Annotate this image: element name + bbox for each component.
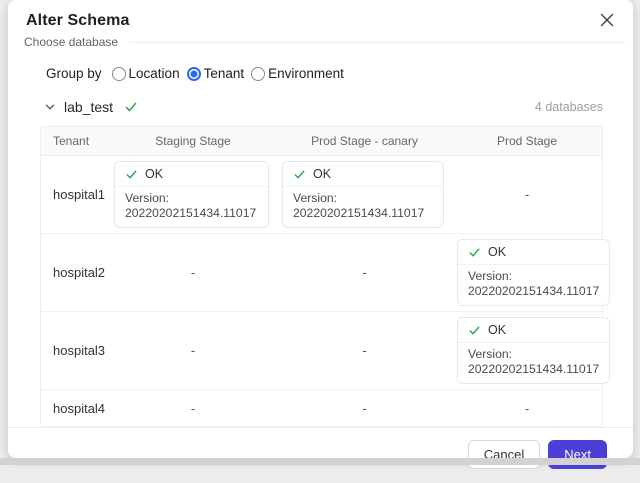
radio-label: Tenant [204, 66, 245, 81]
modal-footer: Cancel Next [8, 427, 633, 483]
subtitle-row: Choose database [24, 35, 625, 49]
version-value: 20220202151434.11017 [293, 206, 433, 221]
status-row: OK [283, 162, 443, 187]
check-icon [293, 168, 306, 181]
radio-icon [187, 67, 201, 81]
table-row: hospital2--OKVersion:20220202151434.1101… [41, 234, 602, 312]
empty-stage-cell: - [452, 187, 602, 202]
empty-stage-cell: - [452, 401, 602, 416]
table-row: hospital3--OKVersion:20220202151434.1101… [41, 312, 602, 390]
version-info: Version:20220202151434.11017 [283, 187, 443, 227]
radio-option-location[interactable]: Location [112, 66, 180, 81]
modal-body: Group by Location Tenant Environment lab_t… [8, 49, 633, 427]
column-header: Prod Stage [452, 134, 602, 148]
version-value: 20220202151434.11017 [468, 362, 599, 377]
status-label: OK [488, 245, 506, 260]
version-value: 20220202151434.11017 [125, 206, 258, 221]
group-by-label: Group by [46, 66, 102, 81]
version-label: Version: [293, 191, 433, 206]
empty-stage-cell: - [109, 401, 277, 416]
group-by-row: Group by Location Tenant Environment [46, 66, 603, 81]
empty-stage-cell: - [277, 265, 452, 280]
version-label: Version: [468, 269, 599, 284]
stage-cell: OK Version:20220202151434.11017 [277, 156, 452, 233]
status-card[interactable]: OK Version:20220202151434.11017 [457, 317, 610, 384]
tenant-name: hospital2 [41, 265, 109, 280]
empty-stage-cell: - [277, 401, 452, 416]
modal-subtitle: Choose database [24, 35, 118, 49]
group-name[interactable]: lab_test [64, 99, 113, 115]
version-info: Version:20220202151434.11017 [115, 187, 268, 227]
database-table: TenantStaging StageProd Stage - canaryPr… [40, 126, 603, 427]
status-card[interactable]: OK Version:20220202151434.11017 [282, 161, 444, 228]
table-row: hospital1OKVersion:20220202151434.11017O… [41, 156, 602, 234]
version-label: Version: [468, 347, 599, 362]
status-card[interactable]: OK Version:20220202151434.11017 [114, 161, 269, 228]
status-label: OK [145, 167, 163, 182]
stage-cell: OK Version:20220202151434.11017 [109, 156, 277, 233]
table-header-row: TenantStaging StageProd Stage - canaryPr… [41, 127, 602, 156]
version-label: Version: [125, 191, 258, 206]
check-icon [125, 168, 138, 181]
column-header: Prod Stage - canary [277, 134, 452, 148]
database-count: 4 databases [535, 100, 603, 114]
alter-schema-modal: Alter Schema Choose database Group by Lo… [8, 0, 633, 458]
radio-label: Environment [268, 66, 344, 81]
page-title: Alter Schema [26, 12, 615, 30]
status-label: OK [488, 323, 506, 338]
tenant-name: hospital3 [41, 343, 109, 358]
radio-label: Location [129, 66, 180, 81]
column-header: Staging Stage [109, 134, 277, 148]
status-card[interactable]: OK Version:20220202151434.11017 [457, 239, 610, 306]
status-row: OK [458, 240, 609, 265]
status-row: OK [458, 318, 609, 343]
stage-cell: OK Version:20220202151434.11017 [452, 234, 618, 311]
group-by-radio-group: Location Tenant Environment [112, 66, 351, 81]
version-info: Version:20220202151434.11017 [458, 265, 609, 305]
check-icon [468, 246, 481, 259]
radio-icon [251, 67, 265, 81]
column-header: Tenant [41, 134, 109, 148]
version-value: 20220202151434.11017 [468, 284, 599, 299]
radio-option-environment[interactable]: Environment [251, 66, 344, 81]
divider-line [130, 42, 625, 43]
empty-stage-cell: - [109, 343, 277, 358]
tenant-name: hospital1 [41, 187, 109, 202]
group-section-header: lab_test 4 databases [44, 99, 603, 115]
check-icon [468, 324, 481, 337]
table-body: hospital1OKVersion:20220202151434.11017O… [41, 156, 602, 426]
status-row: OK [115, 162, 268, 187]
empty-stage-cell: - [277, 343, 452, 358]
radio-option-tenant[interactable]: Tenant [187, 66, 245, 81]
status-label: OK [313, 167, 331, 182]
version-info: Version:20220202151434.11017 [458, 343, 609, 383]
check-icon [124, 100, 138, 114]
stage-cell: OK Version:20220202151434.11017 [452, 312, 618, 389]
table-row: hospital4--- [41, 390, 602, 426]
page-background-strip [0, 458, 640, 465]
empty-stage-cell: - [109, 265, 277, 280]
modal-header: Alter Schema [8, 0, 633, 30]
close-icon[interactable] [597, 10, 617, 30]
chevron-down-icon[interactable] [44, 101, 56, 113]
radio-icon [112, 67, 126, 81]
tenant-name: hospital4 [41, 401, 109, 416]
